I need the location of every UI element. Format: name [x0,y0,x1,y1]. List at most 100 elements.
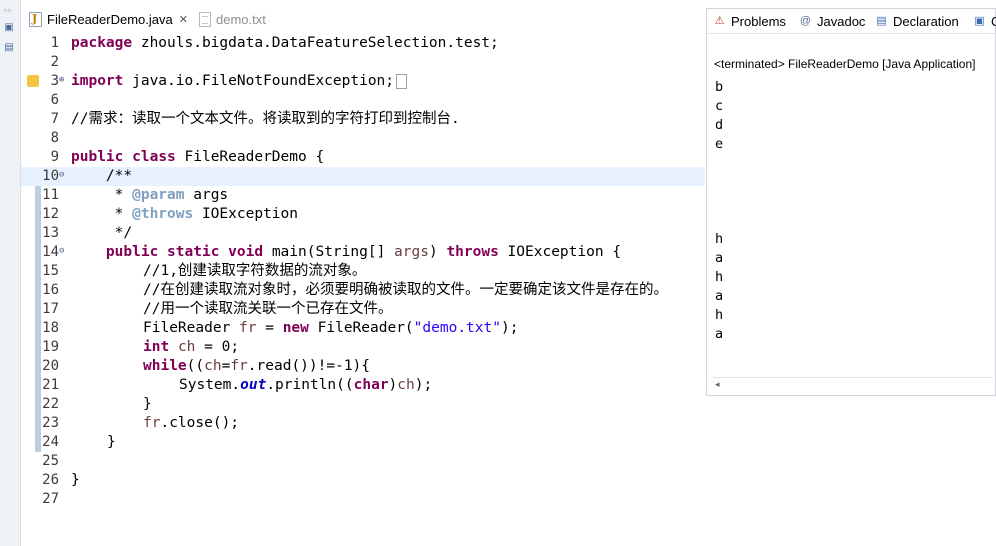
tab-problems[interactable]: ⚠ Problems [713,12,786,30]
console-icon: ▣ [974,14,985,27]
code-comment: //需求：读取一个文本文件。将读取到的字符打印到控制台. [71,111,460,127]
code-line: 1 package zhouls.bigdata.DataFeatureSele… [21,34,705,53]
code-text: int ch = 0; [143,339,240,355]
code-line: 12 * @throws IOException [21,205,705,224]
tab-console[interactable]: ▣ C [973,12,996,30]
line-number: 10 [42,168,59,184]
code-line: 8 [21,129,705,148]
line-number: 11 [42,187,59,203]
line-number: 12 [42,206,59,222]
code-text: System.out.println((char)ch); [179,377,433,393]
java-editor: FileReaderDemo.java ✕ demo.txt 1 package… [21,0,705,546]
line-number: 6 [50,92,59,108]
line-number: 13 [42,225,59,241]
line-number: 25 [42,453,59,469]
line-number: 19 [42,339,59,355]
close-icon[interactable]: ✕ [179,13,188,26]
code-javadoc: /** [71,168,133,184]
java-file-icon [29,11,42,27]
tab-demo-txt[interactable]: demo.txt [199,6,266,32]
code-text: import java.io.FileNotFoundException; [71,72,408,91]
code-line: 18 FileReader fr = new FileReader("demo.… [21,319,705,338]
code-line: 11 * @param args [21,186,705,205]
line-number: 21 [42,377,59,393]
trim-grip-icon[interactable]: ▫▫ [4,6,12,15]
line-number: 18 [42,320,59,336]
code-text: fr.close(); [143,415,240,431]
restore-view-icon[interactable]: ▣ [3,22,15,33]
line-number: 26 [42,472,59,488]
code-line: 17 //用一个读取流关联一个已存在文件。 [21,300,705,319]
console-line: a [715,326,724,342]
view-tab-bar: ⚠ Problems @ Javadoc ▤ Declaration ▣ C [707,9,996,34]
code-line: 26 } [21,471,705,490]
code-text: FileReader fr = new FileReader("demo.txt… [143,320,519,336]
code-javadoc: */ [71,225,133,241]
console-line: e [715,136,724,152]
tab-declaration[interactable]: ▤ Declaration [875,12,959,30]
code-line: 20 while((ch=fr.read())!=-1){ [21,357,705,376]
console-line: d [715,117,724,133]
line-number: 20 [42,358,59,374]
package-explorer-icon[interactable]: ▤ [3,42,15,53]
horizontal-scrollbar[interactable]: ◂ [711,377,993,392]
tab-label: C [991,13,996,29]
tab-filereaderdemo-java[interactable]: FileReaderDemo.java ✕ [29,6,188,32]
at-sign-icon: @ [799,14,812,27]
code-line: 15 //1,创建读取字符数据的流对象。 [21,262,705,281]
console-status-header: <terminated> FileReaderDemo [Java Applic… [714,57,976,71]
console-line: h [715,307,724,323]
line-number: 16 [42,282,59,298]
console-view-panel: ⚠ Problems @ Javadoc ▤ Declaration ▣ C <… [706,8,996,396]
tab-javadoc[interactable]: @ Javadoc [799,12,866,30]
line-number: 17 [42,301,59,317]
code-line: 16 //在创建读取流对象时，必须要明确被读取的文件。一定要确定该文件是存在的。 [21,281,705,300]
code-line: 7 //需求：读取一个文本文件。将读取到的字符打印到控制台. [21,110,705,129]
console-line: h [715,269,724,285]
code-text: } [143,396,152,412]
code-line: 25 [21,452,705,471]
collapsed-imports-icon[interactable] [396,73,408,89]
line-number: 15 [42,263,59,279]
line-number: 2 [50,54,59,70]
console-line: a [715,250,724,266]
line-number: 23 [42,415,59,431]
line-number: 1 [50,35,59,51]
code-text: } [71,472,80,488]
console-output[interactable]: b c d e h a h a h a [715,78,723,344]
code-line: 21 System.out.println((char)ch); [21,376,705,395]
console-line: h [715,231,724,247]
declaration-icon: ▤ [876,14,887,27]
code-line: 13 */ [21,224,705,243]
code-line: 9 public class FileReaderDemo { [21,148,705,167]
line-number: 7 [50,111,59,127]
tab-label: Declaration [893,13,959,29]
code-line-current: 10 ⊖ /** [21,167,705,186]
code-javadoc: * @throws IOException [71,206,298,222]
text-file-icon [199,11,211,27]
code-comment: //1,创建读取字符数据的流对象。 [143,263,367,279]
fold-collapse-icon[interactable]: ⊖ [59,171,69,181]
code-line: 27 [21,490,705,509]
code-comment: //用一个读取流关联一个已存在文件。 [143,301,393,317]
code-line: 23 fr.close(); [21,414,705,433]
tab-label: demo.txt [216,11,266,27]
tab-label: Problems [731,13,786,29]
scroll-left-icon[interactable]: ◂ [715,379,720,390]
fold-expand-icon[interactable]: ⊕ [59,76,69,86]
line-number: 8 [50,130,59,146]
editor-tab-bar: FileReaderDemo.java ✕ demo.txt [21,0,705,35]
code-line: 19 int ch = 0; [21,338,705,357]
code-comment: //在创建读取流对象时，必须要明确被读取的文件。一定要确定该文件是存在的。 [143,282,668,298]
fold-collapse-icon[interactable]: ⊖ [59,247,69,257]
code-text: public static void main(String[] args) t… [105,244,622,260]
line-number: 22 [42,396,59,412]
problems-icon: ⚠ [714,14,725,27]
code-area[interactable]: 1 package zhouls.bigdata.DataFeatureSele… [21,34,705,546]
tab-label: Javadoc [817,13,866,29]
console-line: a [715,288,724,304]
code-text: } [107,434,116,450]
